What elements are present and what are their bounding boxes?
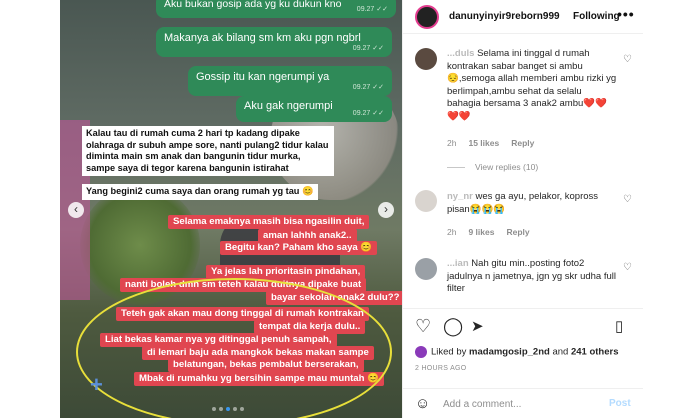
comment-body: ...duls Selama ini tinggal d rumah kontr… (447, 48, 617, 123)
chat-bubble-time: 09.27 ✓✓ (352, 84, 384, 91)
comment-body: ny_nr wes ga ayu, pelakor, kopross pisan… (447, 191, 617, 216)
post-comment-button[interactable]: Post (609, 398, 631, 409)
author-username[interactable]: danunyinyir9reborn999 (449, 11, 560, 22)
view-replies-label[interactable]: View replies (10) (475, 162, 538, 172)
comment-text: Selama ini tinggal d rumah kontrakan sab… (447, 48, 617, 122)
next-slide-button[interactable]: › (378, 202, 394, 218)
chat-bubble-text: Aku gak ngerumpi (244, 100, 333, 112)
comment-text: Nah gitu min..posting foto2 jadulnya n j… (447, 258, 616, 294)
carousel-dot (212, 407, 216, 411)
commenter-avatar[interactable] (415, 190, 437, 212)
add-comment-input[interactable] (443, 397, 593, 411)
like-comment-heart-icon[interactable]: ♡ (623, 262, 632, 273)
post-header: danunyinyir9reborn999 Following ••• (403, 0, 643, 34)
add-comment-bar: ☺ Post (403, 388, 643, 418)
comment-age: 2h (447, 227, 457, 237)
reply-button[interactable]: Reply (511, 138, 534, 148)
caption-note: Kalau tau di rumah cuma 2 hari tp kadang… (82, 126, 334, 176)
commenter-username[interactable]: ...duls (447, 48, 474, 59)
commenter-username[interactable]: ...ian (447, 258, 469, 269)
chat-bubble-time: 09.27 ✓✓ (352, 110, 384, 117)
comment-age: 2h (447, 138, 457, 148)
commenter-avatar[interactable] (415, 258, 437, 280)
save-bookmark-icon[interactable]: ▯ (615, 318, 623, 336)
comment-meta: 2h 9 likes Reply (447, 227, 530, 237)
carousel-dot (219, 407, 223, 411)
commenter-username[interactable]: ny_nr (447, 191, 473, 202)
share-send-icon[interactable]: ➤ (471, 318, 484, 336)
caption-note-2: Yang begini2 cuma saya dan orang rumah y… (82, 184, 318, 200)
view-replies-button[interactable]: View replies (10) (447, 162, 538, 172)
carousel-dot-active (226, 407, 230, 411)
post-actions-bar: ♡ ◯ ➤ ▯ (403, 308, 643, 344)
liked-by-user[interactable]: madamgosip_2nd (469, 347, 550, 358)
comment-bubble-icon[interactable]: ◯ (443, 317, 463, 335)
chat-bubble: Makanya ak bilang sm km aku pgn ngbrl 09… (156, 27, 392, 57)
instagram-post-window: Aku bukan gosip ada yg ku dukun kno 09.2… (0, 0, 700, 418)
post-image[interactable]: Aku bukan gosip ada yg ku dukun kno 09.2… (60, 0, 402, 418)
reply-button[interactable]: Reply (506, 227, 529, 237)
more-options-icon[interactable]: ••• (617, 6, 635, 22)
comment-item: ny_nr wes ga ayu, pelakor, kopross pisan… (403, 188, 643, 244)
following-button[interactable]: Following (573, 11, 620, 22)
chat-bubble: Aku gak ngerumpi 09.27 ✓✓ (236, 96, 392, 122)
chat-bubble-time: 09.27 ✓✓ (356, 6, 388, 13)
liked-by-and: and (549, 346, 571, 358)
plus-icon: + (90, 372, 103, 397)
chat-bubble-text: Aku bukan gosip ada yg ku dukun kno (164, 0, 342, 10)
comment-likes[interactable]: 9 likes (468, 227, 494, 237)
liked-by-line: Liked by madamgosip_2nd and 241 others (415, 346, 618, 358)
previous-slide-button[interactable]: ‹ (68, 202, 84, 218)
chat-bubble: Aku bukan gosip ada yg ku dukun kno 09.2… (156, 0, 396, 18)
commenter-avatar[interactable] (415, 48, 437, 70)
like-heart-icon[interactable]: ♡ (415, 317, 431, 335)
overlay-text-line: Ya jelas lah prioritasin pindahan, (206, 265, 366, 279)
liked-by-avatar (415, 346, 427, 358)
liked-by-prefix: Liked by (431, 346, 470, 358)
chat-bubble-text: Makanya ak bilang sm km aku pgn ngbrl (164, 32, 361, 44)
comment-item: ...ian Nah gitu min..posting foto2 jadul… (403, 254, 643, 304)
overlay-text-line: Selama emaknya masih bisa ngasilin duit, (168, 215, 370, 229)
liked-by-others[interactable]: 241 others (571, 347, 619, 358)
chat-bubble: Gossip itu kan ngerumpi ya 09.27 ✓✓ (188, 66, 392, 96)
comment-body: ...ian Nah gitu min..posting foto2 jadul… (447, 258, 617, 296)
replies-divider (447, 167, 465, 169)
chat-bubble-text: Gossip itu kan ngerumpi ya (196, 71, 330, 83)
like-comment-heart-icon[interactable]: ♡ (623, 54, 632, 65)
comment-meta: 2h 15 likes Reply (447, 138, 534, 148)
like-comment-heart-icon[interactable]: ♡ (623, 194, 632, 205)
post-time-ago: 2 HOURS AGO (415, 365, 467, 372)
comment-item: ...duls Selama ini tinggal d rumah kontr… (403, 44, 643, 184)
carousel-dots (212, 407, 244, 411)
overlay-text-line: Begitu kan? Paham kho saya 😊 (220, 241, 378, 255)
chat-bubble-time: 09.27 ✓✓ (352, 45, 384, 52)
highlight-circle (76, 278, 392, 418)
comments-panel: danunyinyir9reborn999 Following ••• ...d… (402, 0, 643, 418)
carousel-dot (233, 407, 237, 411)
carousel-dot (240, 407, 244, 411)
emoji-icon[interactable]: ☺ (415, 395, 430, 412)
comment-likes[interactable]: 15 likes (468, 138, 499, 148)
author-avatar[interactable] (415, 5, 439, 29)
